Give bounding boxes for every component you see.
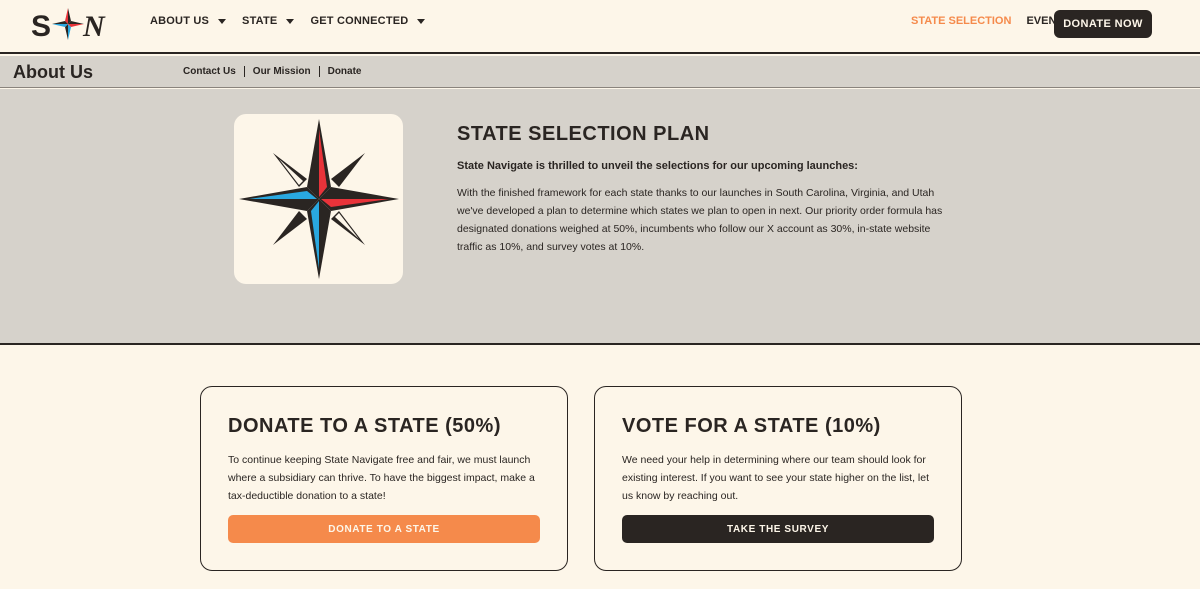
subnav-donate[interactable]: Donate: [328, 66, 362, 77]
hero-logo-card: [234, 114, 403, 284]
nav-about-us-label: ABOUT US: [150, 15, 210, 27]
svg-text:N: N: [82, 10, 106, 42]
nav-get-connected-label: GET CONNECTED: [310, 15, 409, 27]
subnav-contact-us[interactable]: Contact Us: [183, 66, 236, 77]
nav-state[interactable]: STATE: [242, 15, 295, 27]
subnav-links: Contact Us Our Mission Donate: [183, 66, 362, 77]
nav-state-label: STATE: [242, 15, 278, 27]
donate-to-state-button[interactable]: DONATE TO A STATE: [228, 515, 540, 543]
page-title: About Us: [13, 62, 93, 82]
chevron-down-icon: [417, 18, 426, 24]
donate-now-button[interactable]: DONATE NOW: [1054, 10, 1152, 38]
hero-text: STATE SELECTION PLAN State Navigate is t…: [457, 123, 957, 256]
sub-nav: About Us Contact Us Our Mission Donate: [0, 56, 1200, 88]
divider: [243, 66, 245, 77]
donate-card: DONATE TO A STATE (50%) To continue keep…: [200, 386, 568, 571]
hero-title: STATE SELECTION PLAN: [457, 123, 710, 145]
vote-card-title: VOTE FOR A STATE (10%): [622, 415, 881, 437]
vote-card-body: We need your help in determining where o…: [622, 454, 929, 502]
site-header: S N ABOUT US STATE GET CONNECTED STATE S…: [0, 0, 1200, 54]
hero-body: With the finished framework for each sta…: [457, 187, 943, 253]
subnav-our-mission[interactable]: Our Mission: [253, 66, 311, 77]
state-navigate-logo[interactable]: S N: [31, 6, 117, 42]
chevron-down-icon: [286, 18, 295, 24]
divider: [318, 66, 320, 77]
hero-subtitle: State Navigate is thrilled to unveil the…: [457, 160, 858, 172]
donate-card-body: To continue keeping State Navigate free …: [228, 454, 535, 502]
nav-get-connected[interactable]: GET CONNECTED: [310, 15, 426, 27]
nav-right: STATE SELECTION EVENTS: [911, 15, 1070, 27]
main-nav: ABOUT US STATE GET CONNECTED: [150, 15, 441, 27]
compass-star-icon: [238, 119, 399, 279]
nav-about-us[interactable]: ABOUT US: [150, 15, 227, 27]
chevron-down-icon: [218, 18, 227, 24]
vote-card: VOTE FOR A STATE (10%) We need your help…: [594, 386, 962, 571]
state-selection-link[interactable]: STATE SELECTION: [911, 15, 1011, 27]
donate-card-title: DONATE TO A STATE (50%): [228, 415, 501, 437]
svg-text:S: S: [31, 10, 51, 42]
take-survey-button[interactable]: TAKE THE SURVEY: [622, 515, 934, 543]
hero-section: STATE SELECTION PLAN State Navigate is t…: [0, 89, 1200, 345]
